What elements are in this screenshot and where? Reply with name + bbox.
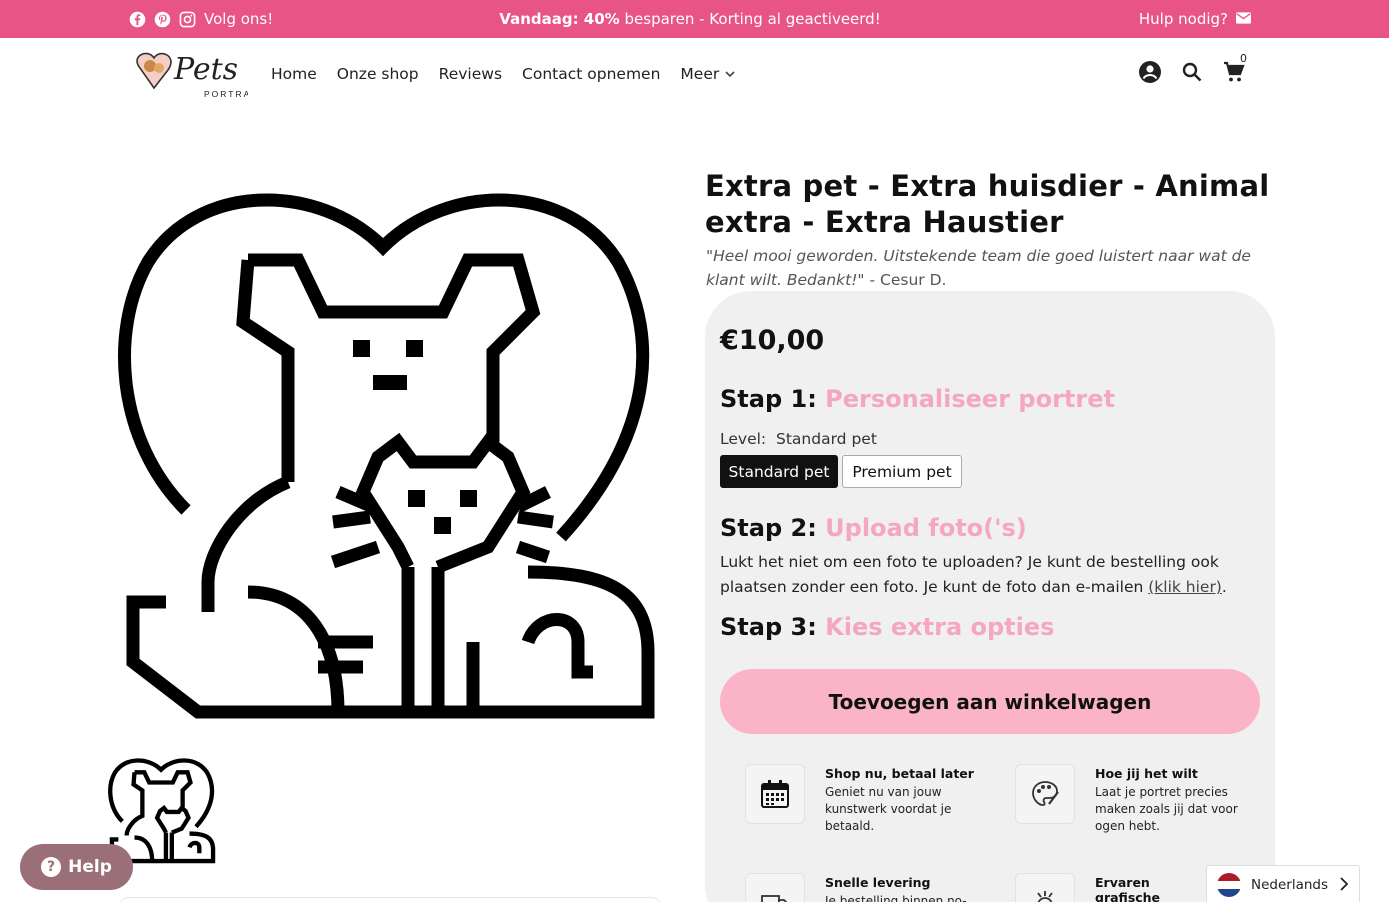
step-3-heading: Stap 3: Kies extra opties (720, 613, 1054, 641)
main-nav: Home Onze shop Reviews Contact opnemen M… (271, 38, 735, 110)
help-label[interactable]: Hulp nodig? (1139, 10, 1228, 28)
level-value: Standard pet (776, 430, 877, 448)
chevron-down-icon (725, 70, 735, 77)
step-2-label: Stap 2: (720, 514, 817, 542)
feature-desc: Geniet nu van jouw kunstwerk voordat je … (825, 785, 952, 833)
feature-pay-later: Shop nu, betaal later Geniet nu van jouw… (745, 764, 985, 844)
site-logo[interactable]: Pets PORTRAIT (130, 44, 261, 102)
level-selector-label: Level: Standard pet (720, 430, 877, 448)
upload-text-end: . (1221, 578, 1227, 596)
content-card-edge (118, 897, 663, 902)
nav-reviews[interactable]: Reviews (439, 65, 502, 83)
header-actions (1138, 60, 1246, 84)
cart-count: 0 (1240, 52, 1247, 65)
nav-more[interactable]: Meer (680, 65, 735, 83)
nav-contact[interactable]: Contact opnemen (522, 65, 660, 83)
feature-desc: Je bestelling binnen no- (825, 894, 967, 902)
help-contact[interactable]: Hulp nodig? (1139, 0, 1251, 38)
language-label[interactable]: Nederlands (1251, 877, 1328, 893)
email-link[interactable]: (klik hier) (1148, 578, 1222, 596)
question-icon: ? (41, 857, 62, 877)
nav-shop[interactable]: Onze shop (337, 65, 419, 83)
promo-bold: Vandaag: 40% (499, 10, 620, 28)
step-1-title: Personaliseer portret (825, 385, 1115, 413)
step-3-title: Kies extra opties (825, 613, 1055, 641)
quote-text: "Heel mooi geworden. Uitstekende team di… (706, 247, 1251, 289)
option-standard-pet[interactable]: Standard pet (720, 455, 838, 488)
netherlands-flag-icon (1217, 873, 1241, 897)
feature-title: Ervaren grafische designers (1095, 875, 1161, 902)
medal-icon (1015, 873, 1075, 902)
mail-icon[interactable] (1236, 10, 1251, 28)
upload-help-text: Lukt het niet om een foto te uploaden? J… (720, 550, 1260, 600)
feature-title: Shop nu, betaal later (825, 766, 974, 781)
level-label: Level: (720, 430, 767, 448)
step-1-label: Stap 1: (720, 385, 817, 413)
product-title: Extra pet - Extra huisdier - Animal extr… (705, 169, 1270, 239)
site-header: Pets PORTRAIT Home Onze shop Reviews Con… (0, 38, 1389, 110)
step-2-title: Upload foto('s) (825, 514, 1027, 542)
feature-title: Snelle levering (825, 875, 931, 890)
chevron-right-icon (1340, 877, 1349, 891)
help-widget-label[interactable]: Help (68, 857, 112, 877)
nav-more-label[interactable]: Meer (680, 65, 719, 83)
step-3-label: Stap 3: (720, 613, 817, 641)
add-to-cart-button[interactable]: Toevoegen aan winkelwagen (720, 669, 1260, 734)
feature-desc: Laat je portret precies maken zoals jij … (1095, 785, 1238, 833)
palette-icon (1015, 764, 1075, 824)
feature-title: Hoe jij het wilt (1095, 766, 1198, 781)
nav-home[interactable]: Home (271, 65, 317, 83)
quote-author: - Cesur D. (864, 271, 947, 289)
product-price: €10,00 (720, 325, 825, 356)
help-widget-button[interactable]: ? Help (20, 844, 133, 890)
product-main-image[interactable] (108, 172, 668, 732)
account-icon[interactable] (1138, 60, 1162, 84)
step-1-heading: Stap 1: Personaliseer portret (720, 385, 1115, 413)
svg-text:Pets: Pets (173, 52, 238, 87)
truck-icon (745, 873, 805, 902)
upload-text: Lukt het niet om een foto te uploaden? J… (720, 553, 1219, 596)
language-selector[interactable]: Nederlands (1206, 865, 1360, 902)
svg-text:PORTRAIT: PORTRAIT (204, 89, 248, 99)
announcement-bar: Volg ons! Vandaag: 40% besparen - Kortin… (0, 0, 1389, 38)
feature-delivery: Snelle levering Je bestelling binnen no- (745, 873, 985, 902)
promo-text: besparen - Korting al geactiveerd! (624, 10, 881, 28)
step-2-heading: Stap 2: Upload foto('s) (720, 514, 1027, 542)
calendar-icon (745, 764, 805, 824)
feature-custom: Hoe jij het wilt Laat je portret precies… (1015, 764, 1255, 844)
search-icon[interactable] (1180, 60, 1204, 84)
customer-quote: "Heel mooi geworden. Uitstekende team di… (706, 244, 1286, 292)
option-premium-pet[interactable]: Premium pet (842, 455, 962, 488)
